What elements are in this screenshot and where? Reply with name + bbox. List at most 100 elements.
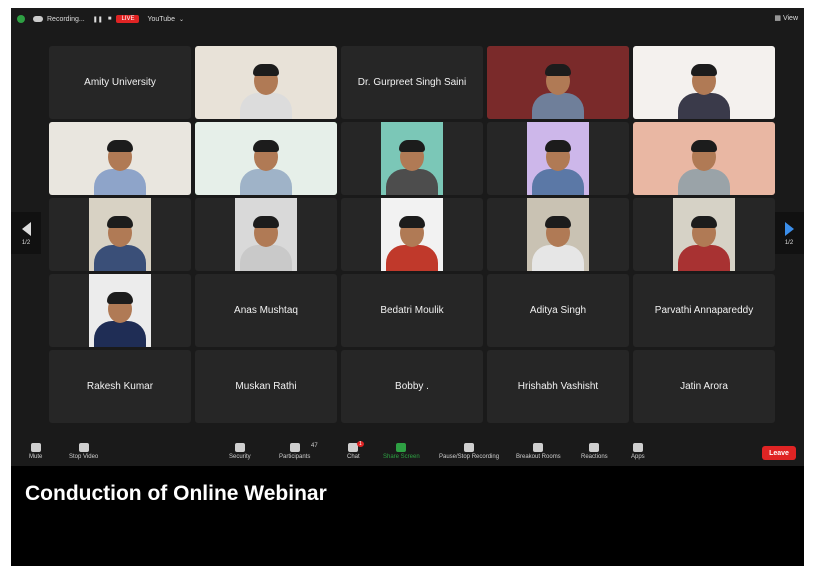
- pause-stop-icon: [464, 443, 475, 452]
- reactions-button[interactable]: Reactions: [581, 443, 608, 460]
- participants-icon: [289, 443, 300, 452]
- participant-video-tile[interactable]: [195, 198, 337, 271]
- cloud-recording-icon: [33, 16, 43, 22]
- participant-video: [89, 198, 151, 271]
- participant-video-tile[interactable]: [487, 122, 629, 195]
- toolbar-label: Stop Video: [69, 454, 99, 460]
- security-shield-icon[interactable]: [17, 15, 25, 23]
- video-camera-button[interactable]: Stop Video: [69, 443, 98, 460]
- participant-avatar: [676, 59, 732, 119]
- reactions-icon: [589, 443, 600, 452]
- chat-unread-badge: 1: [357, 441, 364, 447]
- participant-video: [527, 198, 589, 271]
- toolbar-label: Pause/Stop Recording: [439, 454, 500, 460]
- leave-button[interactable]: Leave: [762, 446, 796, 460]
- chat-button[interactable]: Chat 1: [347, 441, 364, 460]
- participant-name-tile[interactable]: Anas Mushtaq: [195, 274, 337, 347]
- participant-video-tile[interactable]: [195, 46, 337, 119]
- participant-avatar: [238, 135, 294, 195]
- view-button[interactable]: ▦ View: [774, 14, 798, 22]
- participant-video-tile[interactable]: [341, 198, 483, 271]
- participant-name-tile[interactable]: Aditya Singh: [487, 274, 629, 347]
- participant-video-tile[interactable]: [487, 198, 629, 271]
- participant-avatar: [238, 211, 294, 271]
- participant-name-tile[interactable]: Jatin Arora: [633, 350, 775, 423]
- participant-count: 47: [311, 443, 318, 449]
- participant-video-tile[interactable]: [195, 122, 337, 195]
- apps-icon: [632, 443, 643, 452]
- participant-avatar: [92, 211, 148, 271]
- participant-video-tile[interactable]: [341, 122, 483, 195]
- participant-video-tile[interactable]: [633, 198, 775, 271]
- participant-avatar: [676, 211, 732, 271]
- participant-video: [673, 198, 735, 271]
- participant-name-tile[interactable]: Bobby .: [341, 350, 483, 423]
- participant-video: [195, 46, 337, 119]
- participant-video-tile[interactable]: [49, 122, 191, 195]
- recording-status: Recording...: [47, 15, 85, 23]
- meeting-topbar: Recording... ❚❚ ■ LIVE YouTube ⌄ ▦ View: [11, 8, 804, 30]
- participant-video: [487, 46, 629, 119]
- participant-avatar: [384, 211, 440, 271]
- youtube-stream-label[interactable]: YouTube: [147, 16, 175, 23]
- share-screen-icon: [396, 443, 407, 452]
- participant-avatar: [530, 59, 586, 119]
- participant-name-tile[interactable]: Rakesh Kumar: [49, 350, 191, 423]
- stop-recording-icon[interactable]: ■: [108, 16, 112, 22]
- participant-name: Rakesh Kumar: [86, 381, 154, 392]
- participant-avatar: [530, 211, 586, 271]
- participant-grid: Amity University Dr. Gurpreet Singh Saini…: [49, 46, 776, 424]
- previous-page-button[interactable]: 1/2: [11, 212, 41, 254]
- zoom-window: Recording... ❚❚ ■ LIVE YouTube ⌄ ▦ View …: [11, 8, 804, 466]
- participant-avatar: [92, 287, 148, 347]
- page-indicator: 1/2: [21, 240, 31, 246]
- participant-name-tile[interactable]: Muskan Rathi: [195, 350, 337, 423]
- participant-name: Bedatri Moulik: [380, 305, 444, 316]
- participant-video: [381, 122, 443, 195]
- participant-name: Aditya Singh: [529, 305, 587, 316]
- participant-name-tile[interactable]: Amity University: [49, 46, 191, 119]
- image-caption: Conduction of Online Webinar: [25, 482, 327, 505]
- participant-video-tile[interactable]: [487, 46, 629, 119]
- participant-avatar: [238, 59, 294, 119]
- participant-name-tile[interactable]: Bedatri Moulik: [341, 274, 483, 347]
- pause-stop-button[interactable]: Pause/Stop Recording: [439, 443, 499, 460]
- participant-video-tile[interactable]: [49, 198, 191, 271]
- pause-recording-icon[interactable]: ❚❚: [93, 16, 103, 23]
- participant-name: Bobby .: [395, 381, 429, 392]
- participant-video-tile[interactable]: [633, 122, 775, 195]
- participants-button[interactable]: Participants 47: [279, 443, 318, 460]
- participant-video: [633, 122, 775, 195]
- toolbar-label: Apps: [631, 454, 645, 460]
- participant-video: [195, 122, 337, 195]
- participant-name: Muskan Rathi: [235, 381, 297, 392]
- toolbar-label: Reactions: [581, 454, 608, 460]
- microphone-button[interactable]: Mute: [29, 443, 42, 460]
- toolbar-label: Mute: [29, 454, 43, 460]
- participant-name: Amity University: [84, 77, 156, 88]
- participant-video-tile[interactable]: [49, 274, 191, 347]
- participant-name-tile[interactable]: Dr. Gurpreet Singh Saini: [341, 46, 483, 119]
- participant-video: [49, 122, 191, 195]
- arrow-left-icon: [21, 222, 31, 236]
- live-badge: LIVE: [116, 15, 140, 23]
- breakout-rooms-button[interactable]: Breakout Rooms: [516, 443, 561, 460]
- participant-name-tile[interactable]: Hrishabh Vashisht: [487, 350, 629, 423]
- share-screen-button[interactable]: Share Screen: [383, 443, 420, 460]
- participant-video: [89, 274, 151, 347]
- toolbar-label: Participants: [279, 454, 311, 460]
- participant-video-tile[interactable]: [633, 46, 775, 119]
- participant-video: [381, 198, 443, 271]
- next-page-button[interactable]: 1/2: [774, 212, 804, 254]
- view-label: View: [782, 15, 798, 22]
- breakout-rooms-icon: [533, 443, 544, 452]
- toolbar-label: Share Screen: [383, 454, 420, 460]
- apps-button[interactable]: Apps: [631, 443, 645, 460]
- toolbar-label: Breakout Rooms: [516, 454, 561, 460]
- participant-name-tile[interactable]: Parvathi Annapareddy: [633, 274, 775, 347]
- participant-name: Jatin Arora: [680, 381, 728, 392]
- chevron-down-icon[interactable]: ⌄: [179, 16, 184, 23]
- shield-button[interactable]: Security: [229, 443, 251, 460]
- meeting-toolbar: Leave Mute Stop Video Security Participants…: [11, 440, 804, 466]
- participant-video: [235, 198, 297, 271]
